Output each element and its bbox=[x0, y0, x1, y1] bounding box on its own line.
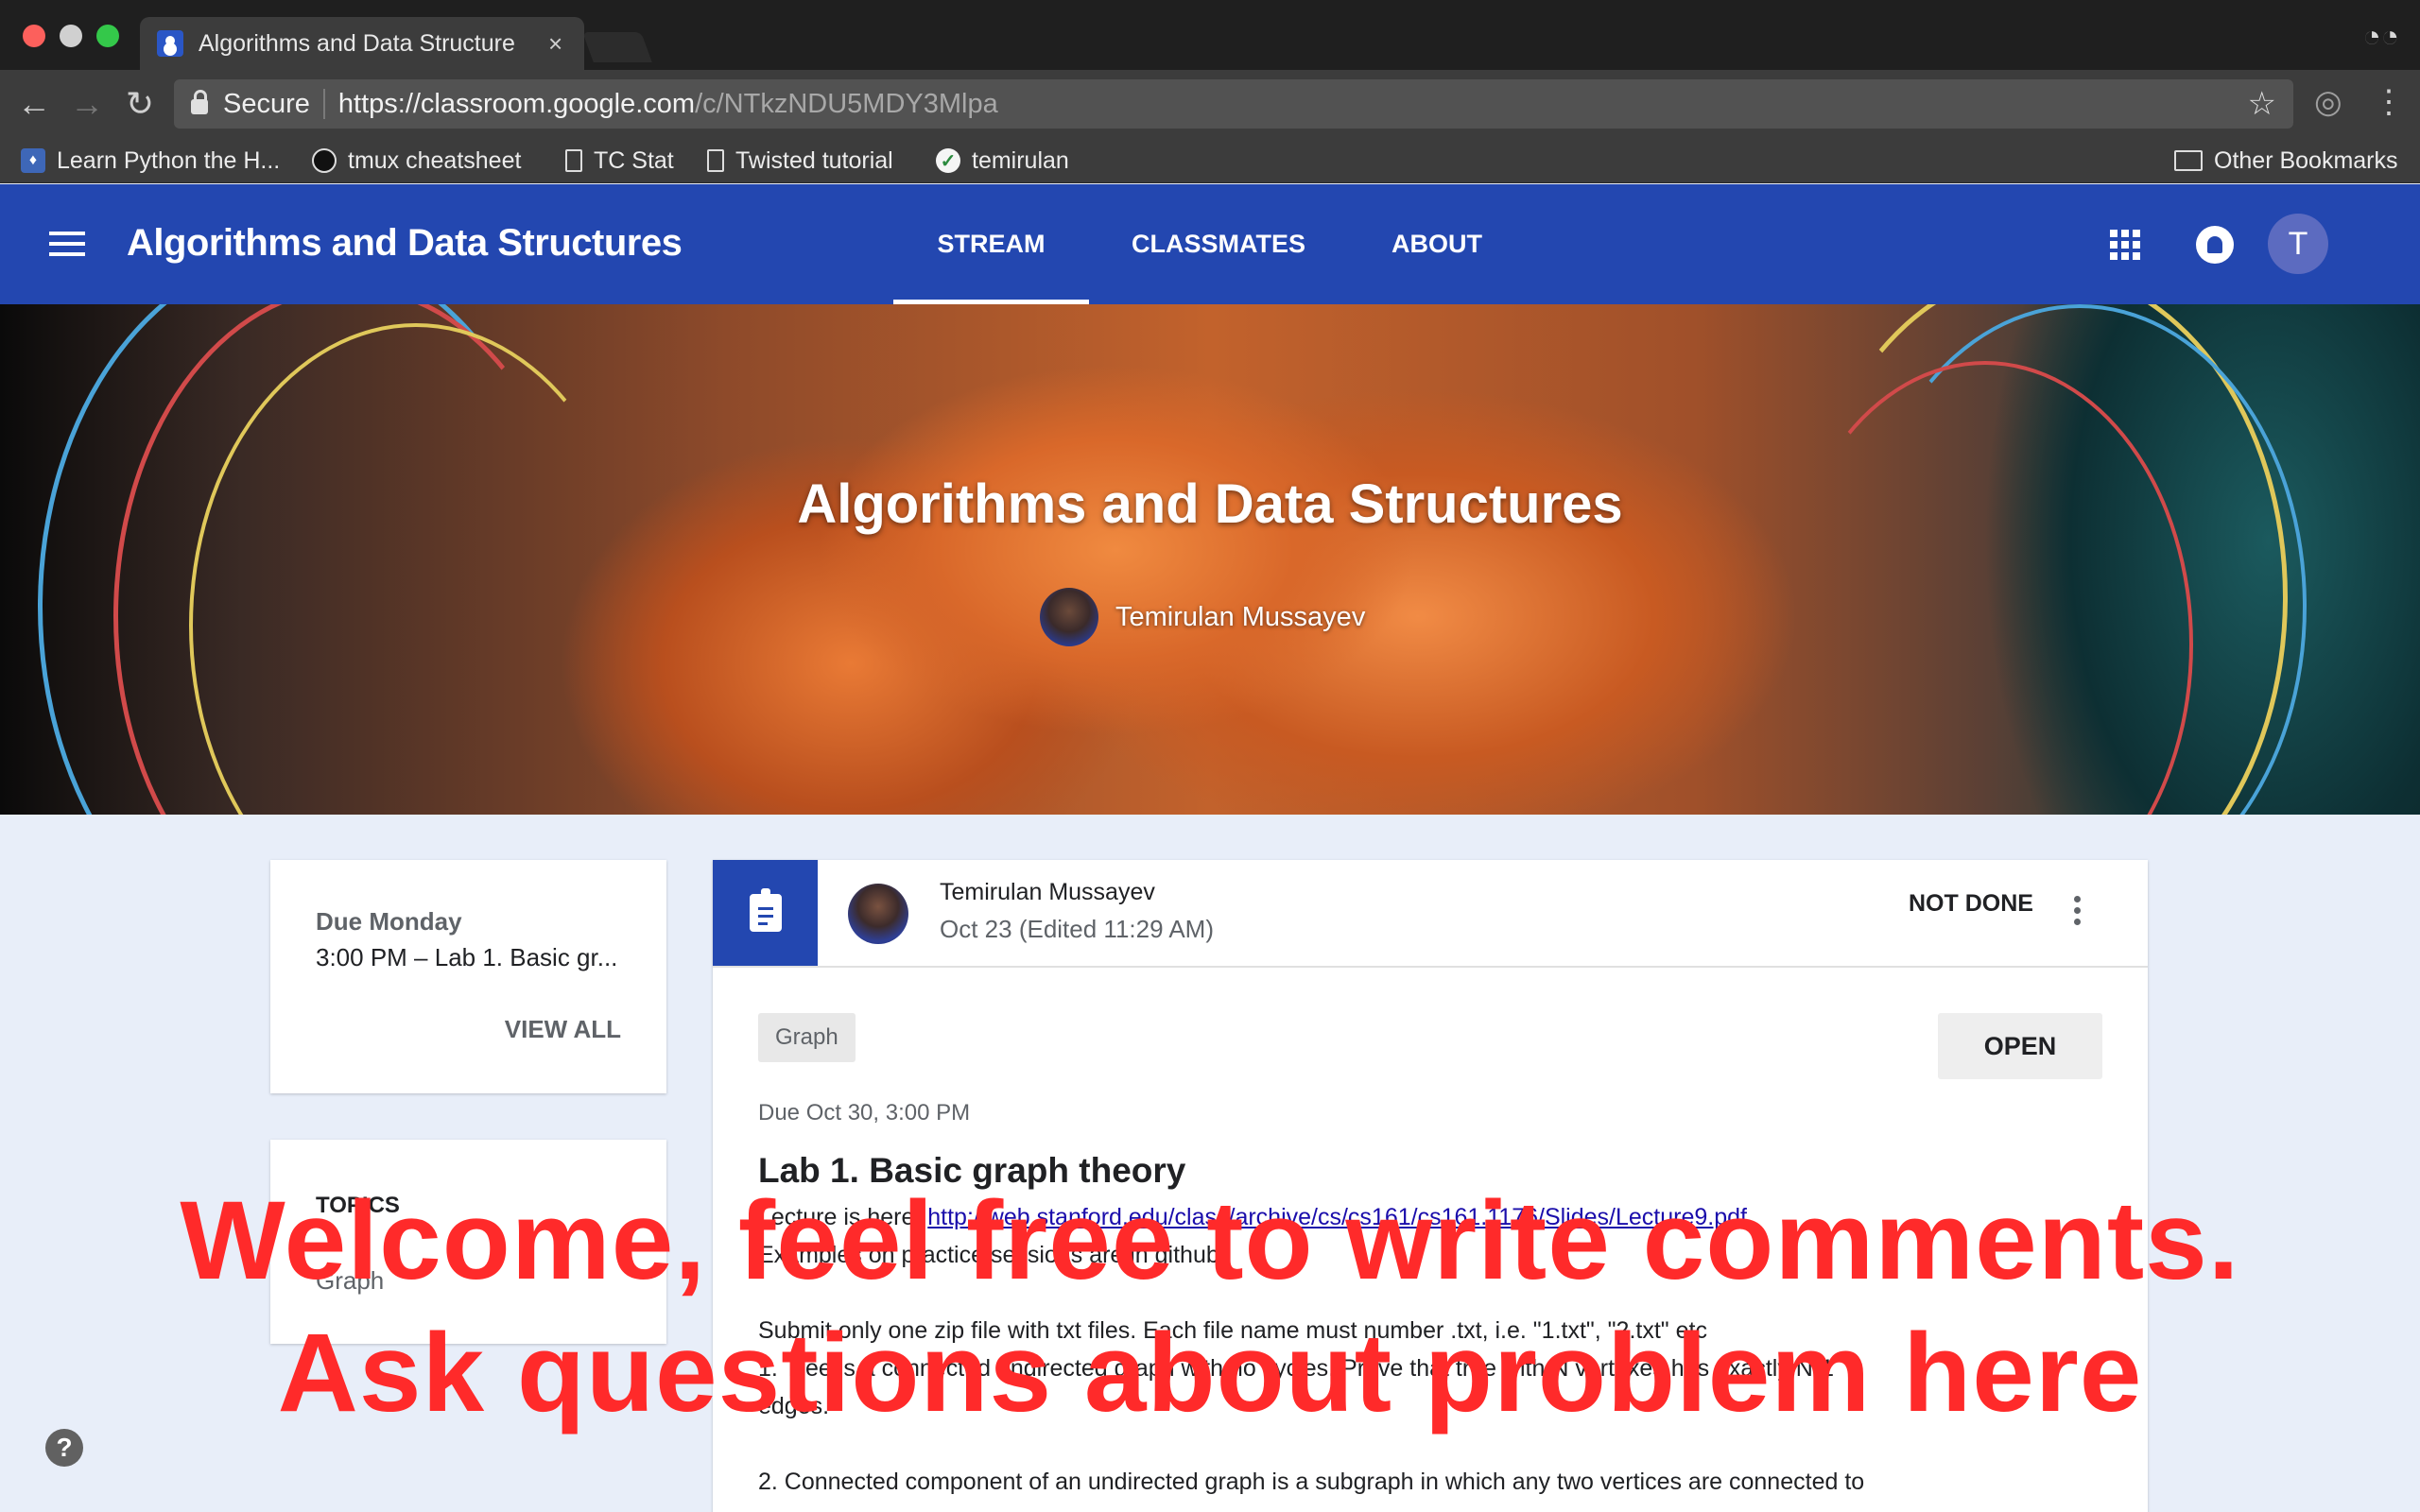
lecture-line: Lecture is here: http://web.stanford.edu… bbox=[758, 1204, 1747, 1231]
new-tab-button[interactable] bbox=[582, 32, 652, 62]
topics-card: TOPICS Graph bbox=[270, 1140, 666, 1344]
assignment-due: Due Oct 30, 3:00 PM bbox=[758, 1100, 971, 1125]
incognito-icon: ◔◔ bbox=[2362, 19, 2399, 53]
python-book-icon: ♦ bbox=[21, 148, 45, 173]
description-line: Examples on practice sessions are in git… bbox=[758, 1242, 1226, 1268]
notifications-bell-icon[interactable] bbox=[2196, 226, 2234, 264]
assignment-icon-box bbox=[713, 860, 818, 966]
owner-name: Temirulan Mussayev bbox=[1115, 601, 1366, 632]
post-date: Oct 23 (Edited 11:29 AM) bbox=[940, 915, 1214, 943]
open-button[interactable]: OPEN bbox=[1938, 1013, 2102, 1079]
minimize-window-button[interactable] bbox=[60, 25, 82, 47]
omnibox-separator bbox=[322, 89, 325, 119]
bookmark-star-icon[interactable]: ☆ bbox=[2248, 85, 2276, 123]
topics-heading: TOPICS bbox=[316, 1193, 400, 1218]
description-line: 1. Tree is a connected undirected graph … bbox=[758, 1355, 1835, 1382]
bookmark-twisted[interactable]: Twisted tutorial bbox=[707, 144, 893, 178]
browser-menu-icon[interactable]: ⋮ bbox=[2373, 83, 2405, 121]
assignment-title[interactable]: Lab 1. Basic graph theory bbox=[758, 1151, 1185, 1191]
url-host: https://classroom.google.com bbox=[337, 88, 696, 119]
more-options-icon[interactable] bbox=[2074, 896, 2082, 930]
tab-close-icon[interactable]: × bbox=[548, 29, 562, 59]
view-all-button[interactable]: VIEW ALL bbox=[505, 1015, 621, 1044]
close-window-button[interactable] bbox=[23, 25, 45, 47]
bookmark-label: TC Stat bbox=[594, 146, 674, 174]
reload-icon[interactable]: ↻ bbox=[119, 83, 161, 125]
topic-link-graph[interactable]: Graph bbox=[316, 1266, 384, 1296]
post-author: Temirulan Mussayev bbox=[940, 879, 1155, 905]
url-path: /c/NTkzNDU5MDY3Mlpa bbox=[695, 88, 998, 119]
class-banner: Algorithms and Data Structures Temirulan… bbox=[0, 304, 2420, 815]
description-line: edges. bbox=[758, 1393, 830, 1419]
banner-class-title: Algorithms and Data Structures bbox=[797, 473, 1623, 535]
page-icon bbox=[707, 149, 724, 172]
extension-icon[interactable]: ◎ bbox=[2314, 83, 2342, 121]
bookmark-tc-stat[interactable]: TC Stat bbox=[565, 144, 674, 178]
address-bar[interactable]: Secure https://classroom.google.com /c/N… bbox=[174, 79, 2293, 129]
owner-avatar bbox=[1040, 588, 1098, 646]
description-line: 2. Connected component of an undirected … bbox=[758, 1469, 1865, 1495]
due-label: Due Monday bbox=[316, 907, 462, 936]
other-bookmarks-label: Other Bookmarks bbox=[2214, 146, 2398, 174]
class-owner: Temirulan Mussayev bbox=[1040, 588, 1365, 646]
bookmark-label: Twisted tutorial bbox=[735, 146, 893, 174]
secure-label: Secure bbox=[223, 88, 310, 119]
github-icon bbox=[312, 148, 337, 173]
classroom-favicon-icon bbox=[157, 30, 183, 57]
bookmark-temirulan[interactable]: ✓ temirulan bbox=[936, 144, 1069, 178]
browser-titlebar: Algorithms and Data Structure × ◔◔ bbox=[0, 0, 2420, 70]
lecture-prefix: Lecture is here: bbox=[758, 1204, 928, 1230]
account-avatar[interactable]: T bbox=[2268, 214, 2328, 274]
bookmark-label: tmux cheatsheet bbox=[348, 146, 522, 174]
post-divider bbox=[713, 966, 2148, 968]
forward-arrow-icon[interactable]: → bbox=[66, 83, 108, 125]
browser-toolbar: ← → ↻ Secure https://classroom.google.co… bbox=[0, 70, 2420, 138]
class-title[interactable]: Algorithms and Data Structures bbox=[127, 222, 683, 265]
tab-classmates[interactable]: CLASSMATES bbox=[1115, 184, 1322, 304]
tab-title: Algorithms and Data Structure bbox=[199, 29, 515, 57]
description-line: Submit only one zip file with txt files.… bbox=[758, 1317, 1707, 1344]
help-icon[interactable]: ? bbox=[45, 1429, 83, 1467]
upcoming-item-link[interactable]: 3:00 PM – Lab 1. Basic gr... bbox=[316, 943, 617, 972]
assignment-clipboard-icon bbox=[749, 888, 782, 932]
google-apps-icon[interactable] bbox=[2110, 230, 2140, 260]
status-badge: NOT DONE bbox=[1909, 890, 2033, 917]
author-avatar bbox=[848, 884, 908, 944]
topic-chip[interactable]: Graph bbox=[758, 1013, 856, 1062]
bookmark-learn-python[interactable]: ♦ Learn Python the H... bbox=[21, 144, 280, 178]
folder-icon bbox=[2174, 150, 2203, 171]
tab-about[interactable]: ABOUT bbox=[1342, 184, 1531, 304]
classroom-header: Algorithms and Data Structures STREAM CL… bbox=[0, 184, 2420, 304]
tab-stream[interactable]: STREAM bbox=[893, 184, 1089, 304]
browser-tab-active[interactable]: Algorithms and Data Structure × bbox=[140, 17, 584, 70]
bookmarks-bar: ♦ Learn Python the H... tmux cheatsheet … bbox=[0, 138, 2420, 183]
maximize-window-button[interactable] bbox=[96, 25, 119, 47]
lock-icon bbox=[191, 90, 208, 114]
lecture-link[interactable]: http://web.stanford.edu/class/archive/cs… bbox=[927, 1204, 1747, 1230]
main-menu-icon[interactable] bbox=[49, 232, 85, 263]
upcoming-card: Due Monday 3:00 PM – Lab 1. Basic gr... … bbox=[270, 860, 666, 1093]
bookmark-tmux[interactable]: tmux cheatsheet bbox=[312, 144, 521, 178]
other-bookmarks[interactable]: Other Bookmarks bbox=[2174, 144, 2398, 178]
check-icon: ✓ bbox=[936, 148, 960, 173]
assignment-post: Temirulan Mussayev Oct 23 (Edited 11:29 … bbox=[713, 860, 2148, 1512]
back-arrow-icon[interactable]: ← bbox=[13, 83, 55, 125]
bookmark-label: temirulan bbox=[972, 146, 1069, 174]
page-icon bbox=[565, 149, 582, 172]
bookmark-label: Learn Python the H... bbox=[57, 146, 281, 174]
